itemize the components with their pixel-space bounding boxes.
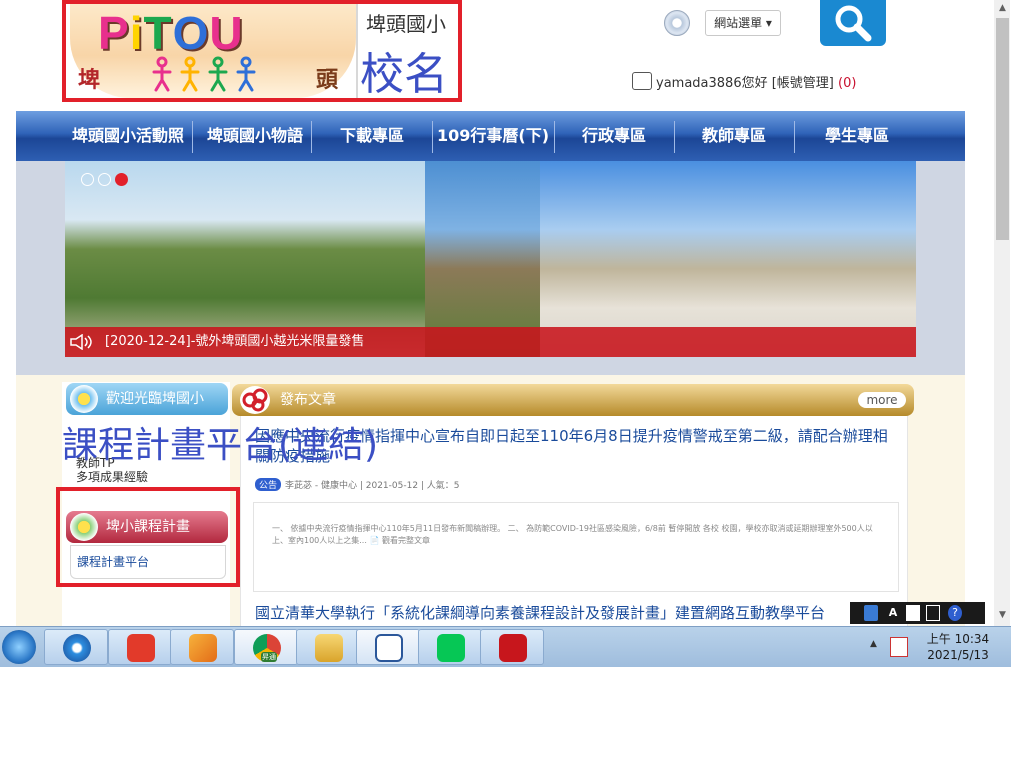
tray-expand-icon[interactable]: ▲ xyxy=(870,639,877,649)
carousel-dots[interactable] xyxy=(81,171,132,190)
taskbar-word[interactable] xyxy=(356,629,420,665)
more-button[interactable]: more xyxy=(858,392,906,408)
help-button[interactable]: ? xyxy=(948,605,962,621)
flower-icon xyxy=(70,513,98,541)
scrollbar-thumb[interactable] xyxy=(996,18,1009,240)
sidebar-text-line[interactable]: 多項成果經驗 xyxy=(76,470,148,484)
nav-divider xyxy=(192,121,193,153)
translate-icon[interactable] xyxy=(864,605,878,621)
account-manage-link[interactable]: [帳號管理] xyxy=(772,76,834,91)
vertical-scrollbar[interactable]: ▲ ▼ xyxy=(994,0,1010,626)
speaker-icon xyxy=(70,334,92,350)
taskbar-media[interactable] xyxy=(170,629,234,665)
nav-item-activity-photos[interactable]: 埤頭國小活動照 xyxy=(64,111,192,161)
nav-item-teachers[interactable]: 教師專區 xyxy=(674,111,794,161)
pdf-icon xyxy=(499,634,527,662)
school-logo-link[interactable]: PiTOU 埤 頭 埤頭國小 校名 xyxy=(62,0,462,102)
school-name: 埤頭國小 xyxy=(366,12,446,36)
flower-icon xyxy=(70,385,98,413)
logo-artwork: PiTOU 埤 頭 xyxy=(70,4,356,98)
course-plan-list: 課程計畫平台 xyxy=(70,545,226,579)
course-platform-annotation: 課程計畫平台(連結) xyxy=(62,425,379,466)
nav-item-downloads[interactable]: 下載專區 xyxy=(312,111,432,161)
welcome-title: 歡迎光臨埤國小 xyxy=(106,391,204,407)
logo-char-left: 埤 xyxy=(78,68,101,93)
user-greeting-line: yamada3886您好 [帳號管理] (0) xyxy=(632,72,856,91)
site-menu-dropdown[interactable]: 網站選單 ▾ xyxy=(705,10,781,36)
posts-icon xyxy=(240,386,270,414)
carousel-caption-bar[interactable]: [2020-12-24]-號外埤頭國小越光米限量發售 xyxy=(65,327,916,357)
nav-item-school-story[interactable]: 埤頭國小物語 xyxy=(198,111,312,161)
user-icon xyxy=(632,72,652,90)
scroll-down-arrow-icon[interactable]: ▼ xyxy=(994,607,1010,624)
browser-page: PiTOU 埤 頭 埤頭國小 校名 網站選單 ▾ yamada3886您好 [帳… xyxy=(0,0,1010,626)
tray-acrobat-icon[interactable] xyxy=(890,637,908,657)
taskbar-ie[interactable] xyxy=(44,629,108,665)
course-plan-title: 埤小課程計畫 xyxy=(106,519,190,535)
posts-panel-header: 發布文章 more xyxy=(232,384,914,416)
search-icon xyxy=(835,5,872,42)
start-button[interactable] xyxy=(2,630,36,664)
folder-icon xyxy=(315,634,343,662)
article-excerpt[interactable]: 一、 依據中央流行疫情指揮中心110年5月11日發布新聞稿辦理。 二、 為防範C… xyxy=(272,523,882,547)
carousel-dot-active[interactable] xyxy=(115,173,128,186)
announcement-tag: 公告 xyxy=(255,478,282,491)
school-name-annotation: 校名 xyxy=(360,49,448,100)
contrast-icon[interactable] xyxy=(906,605,920,621)
clock-date: 2021/5/13 xyxy=(927,648,989,662)
word-icon xyxy=(375,634,403,662)
internet-explorer-icon xyxy=(63,634,91,662)
nav-item-students[interactable]: 學生專區 xyxy=(794,111,920,161)
user-greeting: yamada3886您好 xyxy=(656,76,768,91)
taskbar-line[interactable] xyxy=(418,629,482,665)
floating-accessibility-toolbar: A ? xyxy=(850,602,985,624)
paw-icon xyxy=(127,634,155,662)
logo-char-right: 頭 xyxy=(316,68,339,93)
welcome-panel-header: 歡迎光臨埤國小 xyxy=(66,383,228,415)
logo-divider xyxy=(356,4,358,98)
carousel-dot[interactable] xyxy=(98,173,111,186)
taskbar-clock[interactable]: 上午 10:34 2021/5/13 xyxy=(918,631,998,663)
carousel-dot[interactable] xyxy=(81,173,94,186)
taskbar-explorer[interactable] xyxy=(296,629,360,665)
posts-panel-title: 發布文章 xyxy=(280,392,336,408)
course-plan-platform-link[interactable]: 課程計畫平台 xyxy=(77,553,149,570)
chrome-profile-badge: 昇通 xyxy=(261,652,277,662)
font-size-button[interactable]: A xyxy=(886,605,900,621)
line-icon xyxy=(437,634,465,662)
clock-time: 上午 10:34 xyxy=(926,632,990,646)
scroll-up-arrow-icon[interactable]: ▲ xyxy=(994,0,1010,17)
gear-icon[interactable] xyxy=(664,10,690,36)
windows-taskbar: 昇通 ▲ 上午 10:34 2021/5/13 xyxy=(0,626,1011,667)
nav-item-calendar[interactable]: 109行事曆(下) xyxy=(432,111,554,161)
taskbar-chrome[interactable]: 昇通 xyxy=(234,629,298,665)
article-meta-text: 李茈苾 - 健康中心 | 2021-05-12 | 人氣：5 xyxy=(285,481,460,491)
main-nav: 埤頭國小活動照 埤頭國小物語 下載專區 109行事曆(下) 行政專區 教師專區 … xyxy=(16,111,965,161)
carousel-caption[interactable]: [2020-12-24]-號外埤頭國小越光米限量發售 xyxy=(105,327,364,357)
article-title[interactable]: 國立清華大學執行「系統化課綱導向素養課程設計及發展計畫」建置網路互動教學平台 xyxy=(255,602,895,623)
nav-item-administration[interactable]: 行政專區 xyxy=(554,111,674,161)
search-button[interactable] xyxy=(820,0,886,46)
photo-carousel[interactable]: [2020-12-24]-號外埤頭國小越光米限量發售 xyxy=(65,161,916,357)
screen-icon[interactable] xyxy=(926,605,940,621)
article-meta: 公告 李茈苾 - 健康中心 | 2021-05-12 | 人氣：5 xyxy=(255,478,460,491)
course-plan-header: 埤小課程計畫 xyxy=(66,511,228,543)
logo-wordmark: PiTOU xyxy=(98,7,244,59)
taskbar-pdf[interactable] xyxy=(480,629,544,665)
media-player-icon xyxy=(189,634,217,662)
article-excerpt-box: 一、 依據中央流行疫情指揮中心110年5月11日發布新聞稿辦理。 二、 為防範C… xyxy=(253,502,899,592)
logo-children-figures xyxy=(150,54,270,94)
taskbar-app2[interactable] xyxy=(108,629,172,665)
notification-count[interactable]: (0) xyxy=(838,76,856,91)
